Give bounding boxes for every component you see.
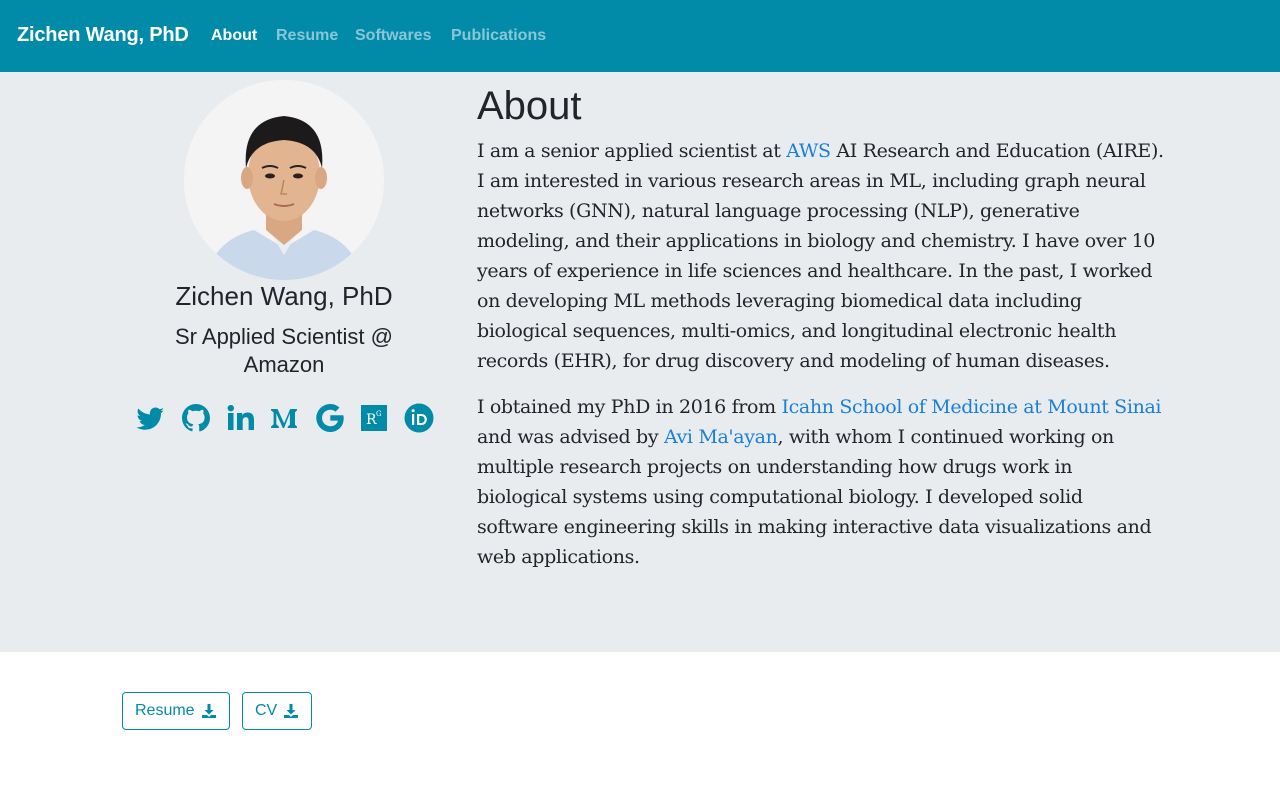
nav-about[interactable]: About — [211, 27, 257, 45]
resume-download-button[interactable]: Resume — [122, 692, 230, 730]
p1-text-end: AI Research and Education (AIRE). I am i… — [477, 140, 1164, 372]
about-title: About — [477, 84, 582, 128]
cv-download-button[interactable]: CV — [242, 692, 313, 730]
aws-link[interactable]: AWS — [786, 140, 831, 162]
cv-button-label: CV — [255, 702, 278, 719]
google-scholar-icon[interactable] — [314, 402, 346, 434]
avatar — [184, 80, 384, 280]
brand-link[interactable]: Zichen Wang, PhD — [17, 24, 189, 47]
nav-resume[interactable]: Resume — [276, 27, 338, 45]
about-paragraph-2: I obtained my PhD in 2016 from Icahn Sch… — [477, 392, 1167, 572]
researchgate-icon[interactable]: RG — [358, 402, 390, 434]
p2-text-start: I obtained my PhD in 2016 from — [477, 396, 782, 418]
download-icon — [201, 703, 217, 719]
nav-publications[interactable]: Publications — [451, 27, 546, 45]
navbar: Zichen Wang, PhD About Resume Softwares … — [0, 0, 1280, 72]
resume-button-label: Resume — [135, 702, 195, 719]
p1-text-start: I am a senior applied scientist at — [477, 140, 787, 162]
twitter-icon[interactable] — [134, 402, 166, 434]
p2-text-mid: and was advised by — [477, 426, 664, 448]
about-paragraph-1: I am a senior applied scientist at AWS A… — [477, 136, 1167, 376]
medium-icon[interactable] — [268, 402, 300, 434]
orcid-icon[interactable] — [403, 402, 435, 434]
profile-subtitle: Sr Applied Scientist @ Amazon — [175, 324, 393, 377]
avi-maayan-link[interactable]: Avi Ma'ayan — [664, 426, 778, 448]
linkedin-icon[interactable] — [224, 402, 256, 434]
nav-softwares[interactable]: Softwares — [355, 27, 431, 45]
download-icon — [283, 703, 299, 719]
icahn-link[interactable]: Icahn School of Medicine at Mount Sinai — [781, 396, 1161, 418]
github-icon[interactable] — [180, 402, 212, 434]
profile-name: Zichen Wang, PhD — [175, 281, 393, 311]
svg-text:G: G — [376, 410, 382, 418]
